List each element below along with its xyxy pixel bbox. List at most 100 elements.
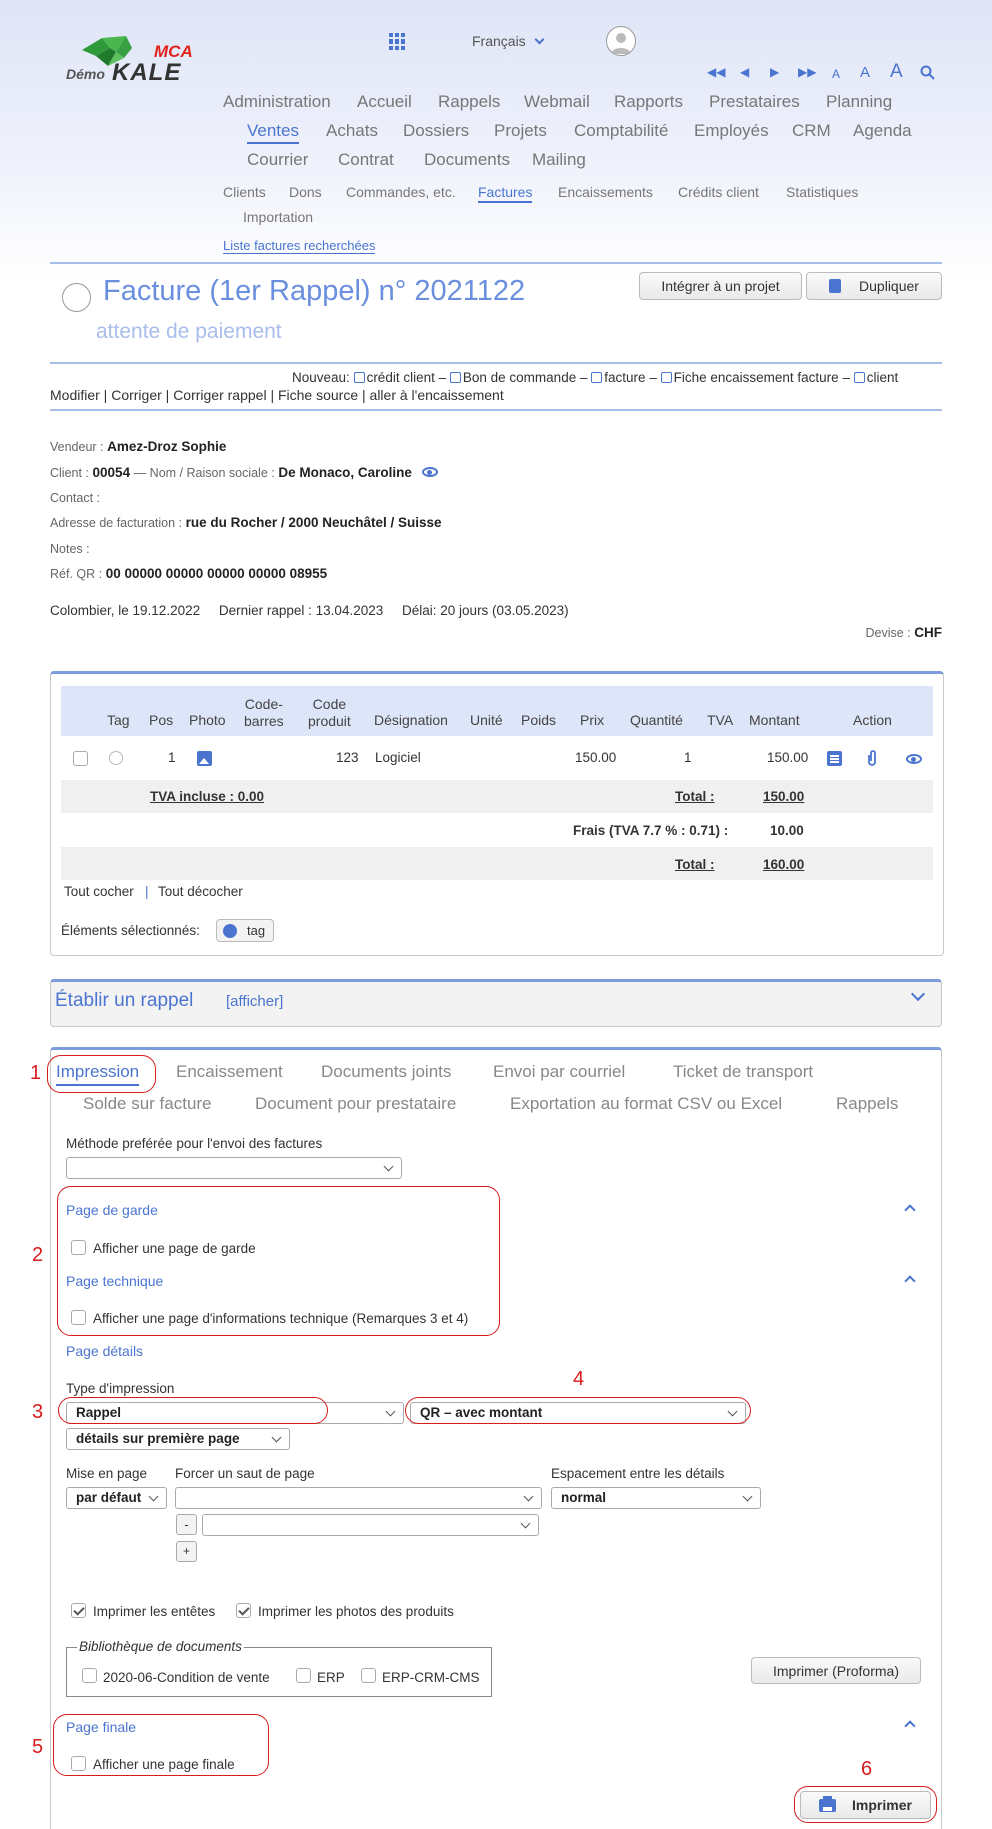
add-break-button[interactable]: + — [176, 1541, 197, 1562]
nav-rapports[interactable]: Rapports — [614, 92, 683, 112]
print-photos-label: Imprimer les photos des produits — [258, 1604, 454, 1619]
nav-ventes[interactable]: Ventes — [247, 121, 299, 144]
fees-value: 10.00 — [770, 823, 804, 838]
logo[interactable]: MCA Démo KALE — [62, 30, 212, 92]
user-avatar[interactable] — [606, 26, 636, 56]
status-subtitle: attente de paiement — [96, 320, 282, 343]
annotation-ring-4 — [405, 1397, 751, 1424]
first-page-icon[interactable]: ◀◀ — [707, 65, 725, 79]
last-page-icon[interactable]: ▶▶ — [798, 65, 816, 79]
nav-accueil[interactable]: Accueil — [357, 92, 412, 112]
print-proforma-button[interactable]: Imprimer (Proforma) — [751, 1657, 921, 1684]
new-payment-link[interactable]: Fiche encaissement facture — [660, 370, 839, 385]
library-checkbox-3[interactable] — [361, 1668, 376, 1683]
nav-dossiers[interactable]: Dossiers — [403, 121, 469, 141]
tab-exportation[interactable]: Exportation au format CSV ou Excel — [510, 1094, 782, 1114]
layout-select[interactable]: par défaut — [66, 1487, 167, 1509]
library-item-2: ERP — [317, 1670, 345, 1685]
tab-envoi-courriel[interactable]: Envoi par courriel — [493, 1062, 625, 1082]
nav-rappels[interactable]: Rappels — [438, 92, 500, 112]
nav-projets[interactable]: Projets — [494, 121, 547, 141]
print-headers-checkbox[interactable] — [71, 1603, 86, 1618]
language-select[interactable]: Français — [472, 33, 545, 49]
th-action: Action — [853, 712, 892, 728]
tab-document-prestataire[interactable]: Document pour prestataire — [255, 1094, 456, 1114]
duplicate-button[interactable]: Dupliquer — [806, 272, 942, 300]
tab-ticket-transport[interactable]: Ticket de transport — [673, 1062, 813, 1082]
method-select[interactable] — [66, 1157, 402, 1179]
new-order-link[interactable]: Bon de commande — [449, 370, 576, 385]
font-small-button[interactable]: A — [832, 67, 840, 81]
subnav-importation[interactable]: Importation — [243, 209, 313, 225]
new-credit-link[interactable]: crédit client — [353, 370, 435, 385]
list-icon[interactable] — [827, 751, 842, 766]
annotation-ring-3 — [58, 1397, 328, 1424]
integrate-project-button[interactable]: Intégrer à un projet — [639, 272, 802, 300]
apps-grid-icon[interactable] — [389, 33, 406, 50]
nav-agenda[interactable]: Agenda — [853, 121, 912, 141]
nav-mailing[interactable]: Mailing — [532, 150, 586, 170]
action-links[interactable]: Modifier | Corriger | Corriger rappel | … — [50, 387, 504, 403]
reminder-toggle[interactable]: [afficher] — [226, 993, 283, 1010]
check-all-link[interactable]: Tout cocher — [64, 884, 134, 899]
tab-solde-facture[interactable]: Solde sur facture — [83, 1094, 212, 1114]
view-eye-icon[interactable] — [906, 754, 922, 764]
spacing-select[interactable]: normal — [551, 1487, 761, 1509]
subnav-statistiques[interactable]: Statistiques — [786, 184, 858, 200]
nav-webmail[interactable]: Webmail — [524, 92, 590, 112]
fees-label: Frais (TVA 7.7 % : 0.71) : — [573, 823, 729, 838]
tab-documents-joints[interactable]: Documents joints — [321, 1062, 451, 1082]
nav-achats[interactable]: Achats — [326, 121, 378, 141]
attachment-icon[interactable] — [866, 749, 878, 767]
tab-rappels[interactable]: Rappels — [836, 1094, 898, 1114]
library-item-1: 2020-06-Condition de vente — [103, 1670, 270, 1685]
spacing-label: Espacement entre les détails — [551, 1466, 725, 1481]
external-link-icon — [591, 372, 603, 383]
nav-administration[interactable]: Administration — [223, 92, 331, 112]
subtotal-label: Total : — [675, 789, 715, 804]
breadcrumb[interactable]: Liste factures recherchées — [223, 238, 376, 254]
remove-break-button[interactable]: - — [176, 1514, 197, 1535]
prev-page-icon[interactable]: ◀ — [740, 65, 749, 79]
subnav-factures[interactable]: Factures — [478, 184, 533, 203]
subnav-clients[interactable]: Clients — [223, 184, 266, 200]
row-tag-radio[interactable] — [109, 751, 123, 765]
page-break-select[interactable] — [175, 1487, 542, 1509]
photo-icon[interactable] — [197, 751, 212, 766]
nav-contrat[interactable]: Contrat — [338, 150, 394, 170]
print-photos-checkbox[interactable] — [236, 1603, 251, 1618]
details-position-select[interactable]: détails sur première page — [66, 1428, 290, 1450]
subnav-credits-client[interactable]: Crédits client — [678, 184, 759, 200]
eye-icon[interactable] — [421, 467, 438, 477]
nav-comptabilite[interactable]: Comptabilité — [574, 121, 669, 141]
font-medium-button[interactable]: A — [860, 64, 870, 81]
next-page-icon[interactable]: ▶ — [770, 65, 779, 79]
nav-employes[interactable]: Employés — [694, 121, 769, 141]
nav-planning[interactable]: Planning — [826, 92, 892, 112]
tag-dot-icon — [223, 923, 237, 938]
nav-courrier[interactable]: Courrier — [247, 150, 308, 170]
uncheck-all-link[interactable]: Tout décocher — [158, 884, 243, 899]
details-page-title[interactable]: Page détails — [66, 1343, 143, 1359]
subnav-commandes[interactable]: Commandes, etc. — [346, 184, 456, 200]
tag-button[interactable]: tag — [216, 919, 274, 942]
th-qty: Quantité — [630, 712, 683, 728]
nav-documents[interactable]: Documents — [424, 150, 510, 170]
nav-prestataires[interactable]: Prestataires — [709, 92, 800, 112]
new-client-link[interactable]: client — [853, 370, 898, 385]
reminder-title[interactable]: Établir un rappel — [55, 990, 193, 1012]
th-designation: Désignation — [374, 712, 448, 728]
currency-line: Devise : CHF — [865, 625, 942, 640]
new-invoice-link[interactable]: facture — [591, 370, 646, 385]
search-icon[interactable] — [920, 65, 935, 80]
library-checkbox-1[interactable] — [82, 1668, 97, 1683]
nav-crm[interactable]: CRM — [792, 121, 831, 141]
page-break-select-2[interactable] — [202, 1514, 539, 1536]
library-checkbox-2[interactable] — [296, 1668, 311, 1683]
subnav-dons[interactable]: Dons — [289, 184, 322, 200]
font-large-button[interactable]: A — [890, 61, 903, 83]
total-label: Total : — [675, 857, 715, 872]
tab-encaissement[interactable]: Encaissement — [176, 1062, 283, 1082]
subnav-encaissements[interactable]: Encaissements — [558, 184, 653, 200]
row-checkbox[interactable] — [73, 751, 88, 766]
